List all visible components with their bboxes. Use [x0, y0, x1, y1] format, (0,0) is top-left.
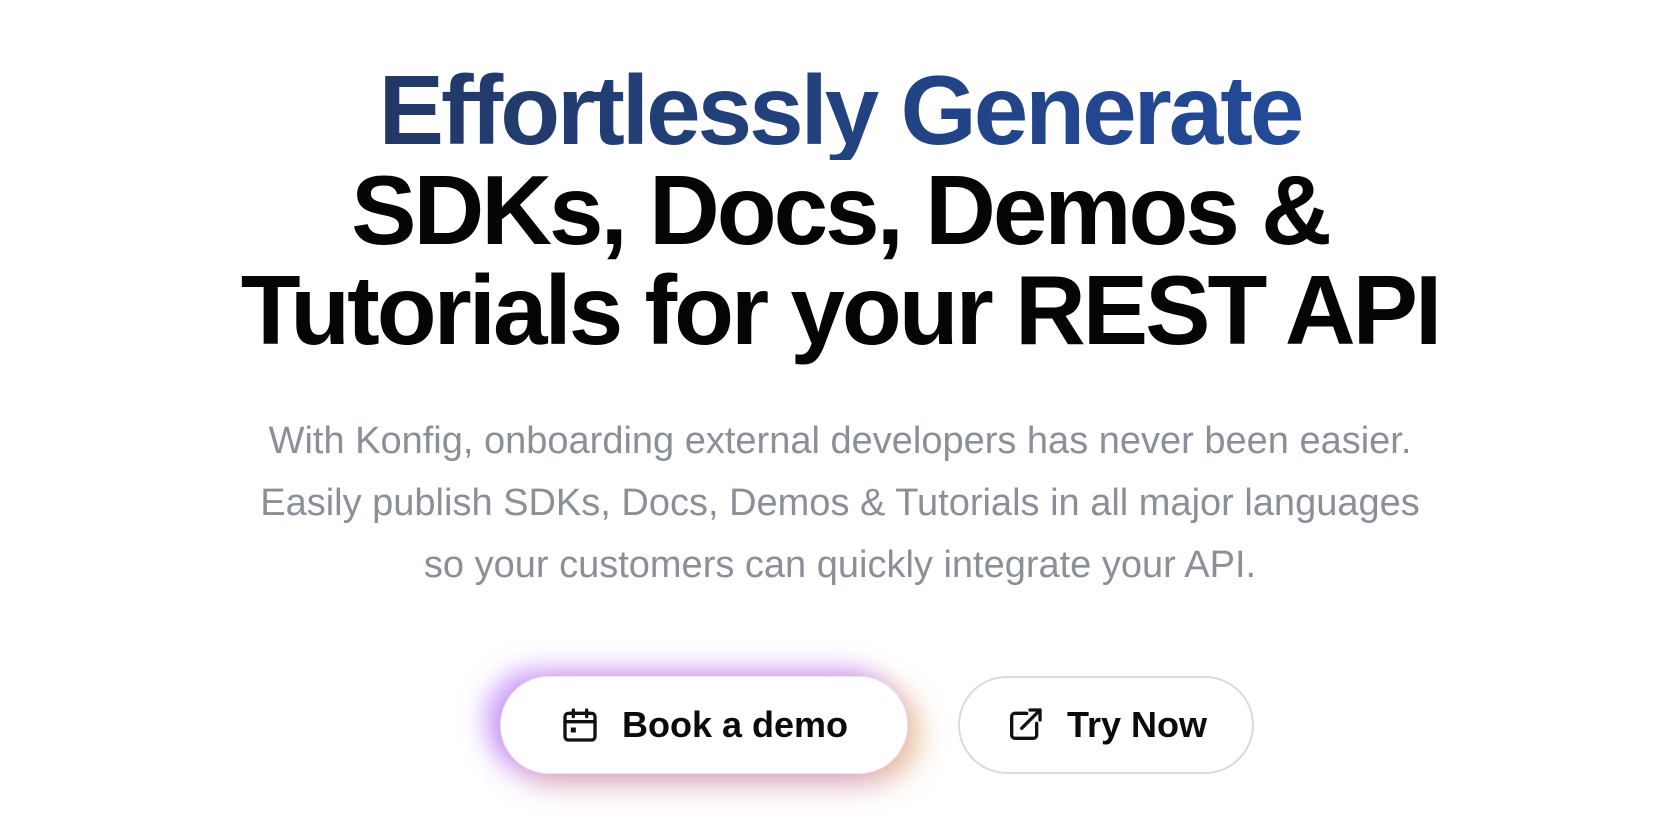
hero-subtitle: With Konfig, onboarding external develop…	[0, 410, 1680, 596]
book-demo-label: Book a demo	[621, 704, 849, 745]
headline-line-3: Tutorials for your REST API	[240, 255, 1443, 365]
subtitle-line-1: With Konfig, onboarding external develop…	[268, 420, 1412, 462]
external-link-icon	[1005, 705, 1045, 745]
try-now-label: Try Now	[1066, 704, 1208, 745]
subtitle-line-3: so your customers can quickly integrate …	[423, 544, 1257, 586]
try-now-button[interactable]: Try Now	[958, 676, 1254, 774]
calendar-icon	[560, 705, 600, 745]
hero-section: Effortlessly Generate SDKs, Docs, Demos …	[0, 0, 1680, 822]
hero-headline: Effortlessly Generate SDKs, Docs, Demos …	[0, 60, 1680, 360]
headline-accent-line: Effortlessly Generate	[0, 60, 1680, 160]
headline-line-2: SDKs, Docs, Demos &	[351, 155, 1332, 265]
book-demo-button[interactable]: Book a demo	[500, 676, 908, 774]
subtitle-line-2: Easily publish SDKs, Docs, Demos & Tutor…	[260, 482, 1420, 524]
